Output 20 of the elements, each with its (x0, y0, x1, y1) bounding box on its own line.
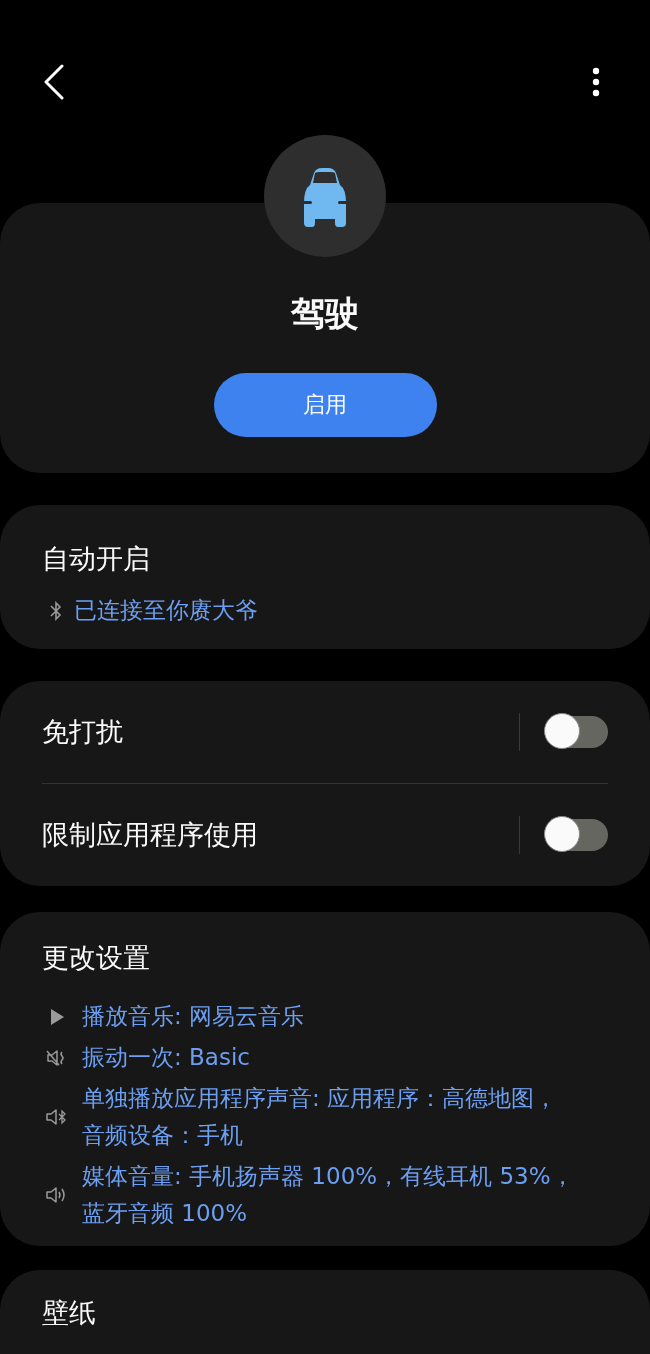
change-settings-title: 更改设置 (42, 941, 151, 975)
toggle-switch[interactable] (546, 819, 608, 851)
toggle-switch[interactable] (546, 716, 608, 748)
setting-action-text: 播放音乐: 网易云音乐 (82, 1002, 305, 1031)
mode-title: 驾驶 (291, 292, 359, 335)
bluetooth-icon (50, 600, 62, 621)
more-options-icon[interactable] (592, 67, 600, 97)
wallpaper-card[interactable]: 壁纸 (0, 1270, 650, 1354)
back-icon[interactable] (42, 64, 66, 100)
auto-start-title: 自动开启 (42, 542, 151, 576)
enable-button[interactable]: 启用 (213, 373, 437, 437)
setting-action-text: 单独播放应用程序声音: 应用程序：高德地图，音频设备：手机 (82, 1084, 559, 1150)
setting-action-text: 振动一次: Basic (82, 1043, 250, 1072)
auto-start-card[interactable]: 自动开启 已连接至你赓大爷 (0, 505, 650, 649)
condition-text: 已连接至你赓大爷 (74, 596, 258, 625)
setting-label: 免打扰 (42, 715, 124, 749)
wallpaper-title: 壁纸 (42, 1298, 97, 1328)
setting-action-text: 媒体音量: 手机扬声器 100%，有线耳机 53%，蓝牙音频 100% (82, 1162, 574, 1228)
change-settings-card[interactable]: 更改设置 播放音乐: 网易云音乐 振动一次: Basic 单独播放应用程序声音: 应用程序：高德地图，音频设备：手机 媒体音量: 手机扬声器 100%，有线耳机 53%，蓝牙音频 100% (0, 912, 650, 1246)
setting-label: 限制应用程序使用 (42, 818, 259, 852)
